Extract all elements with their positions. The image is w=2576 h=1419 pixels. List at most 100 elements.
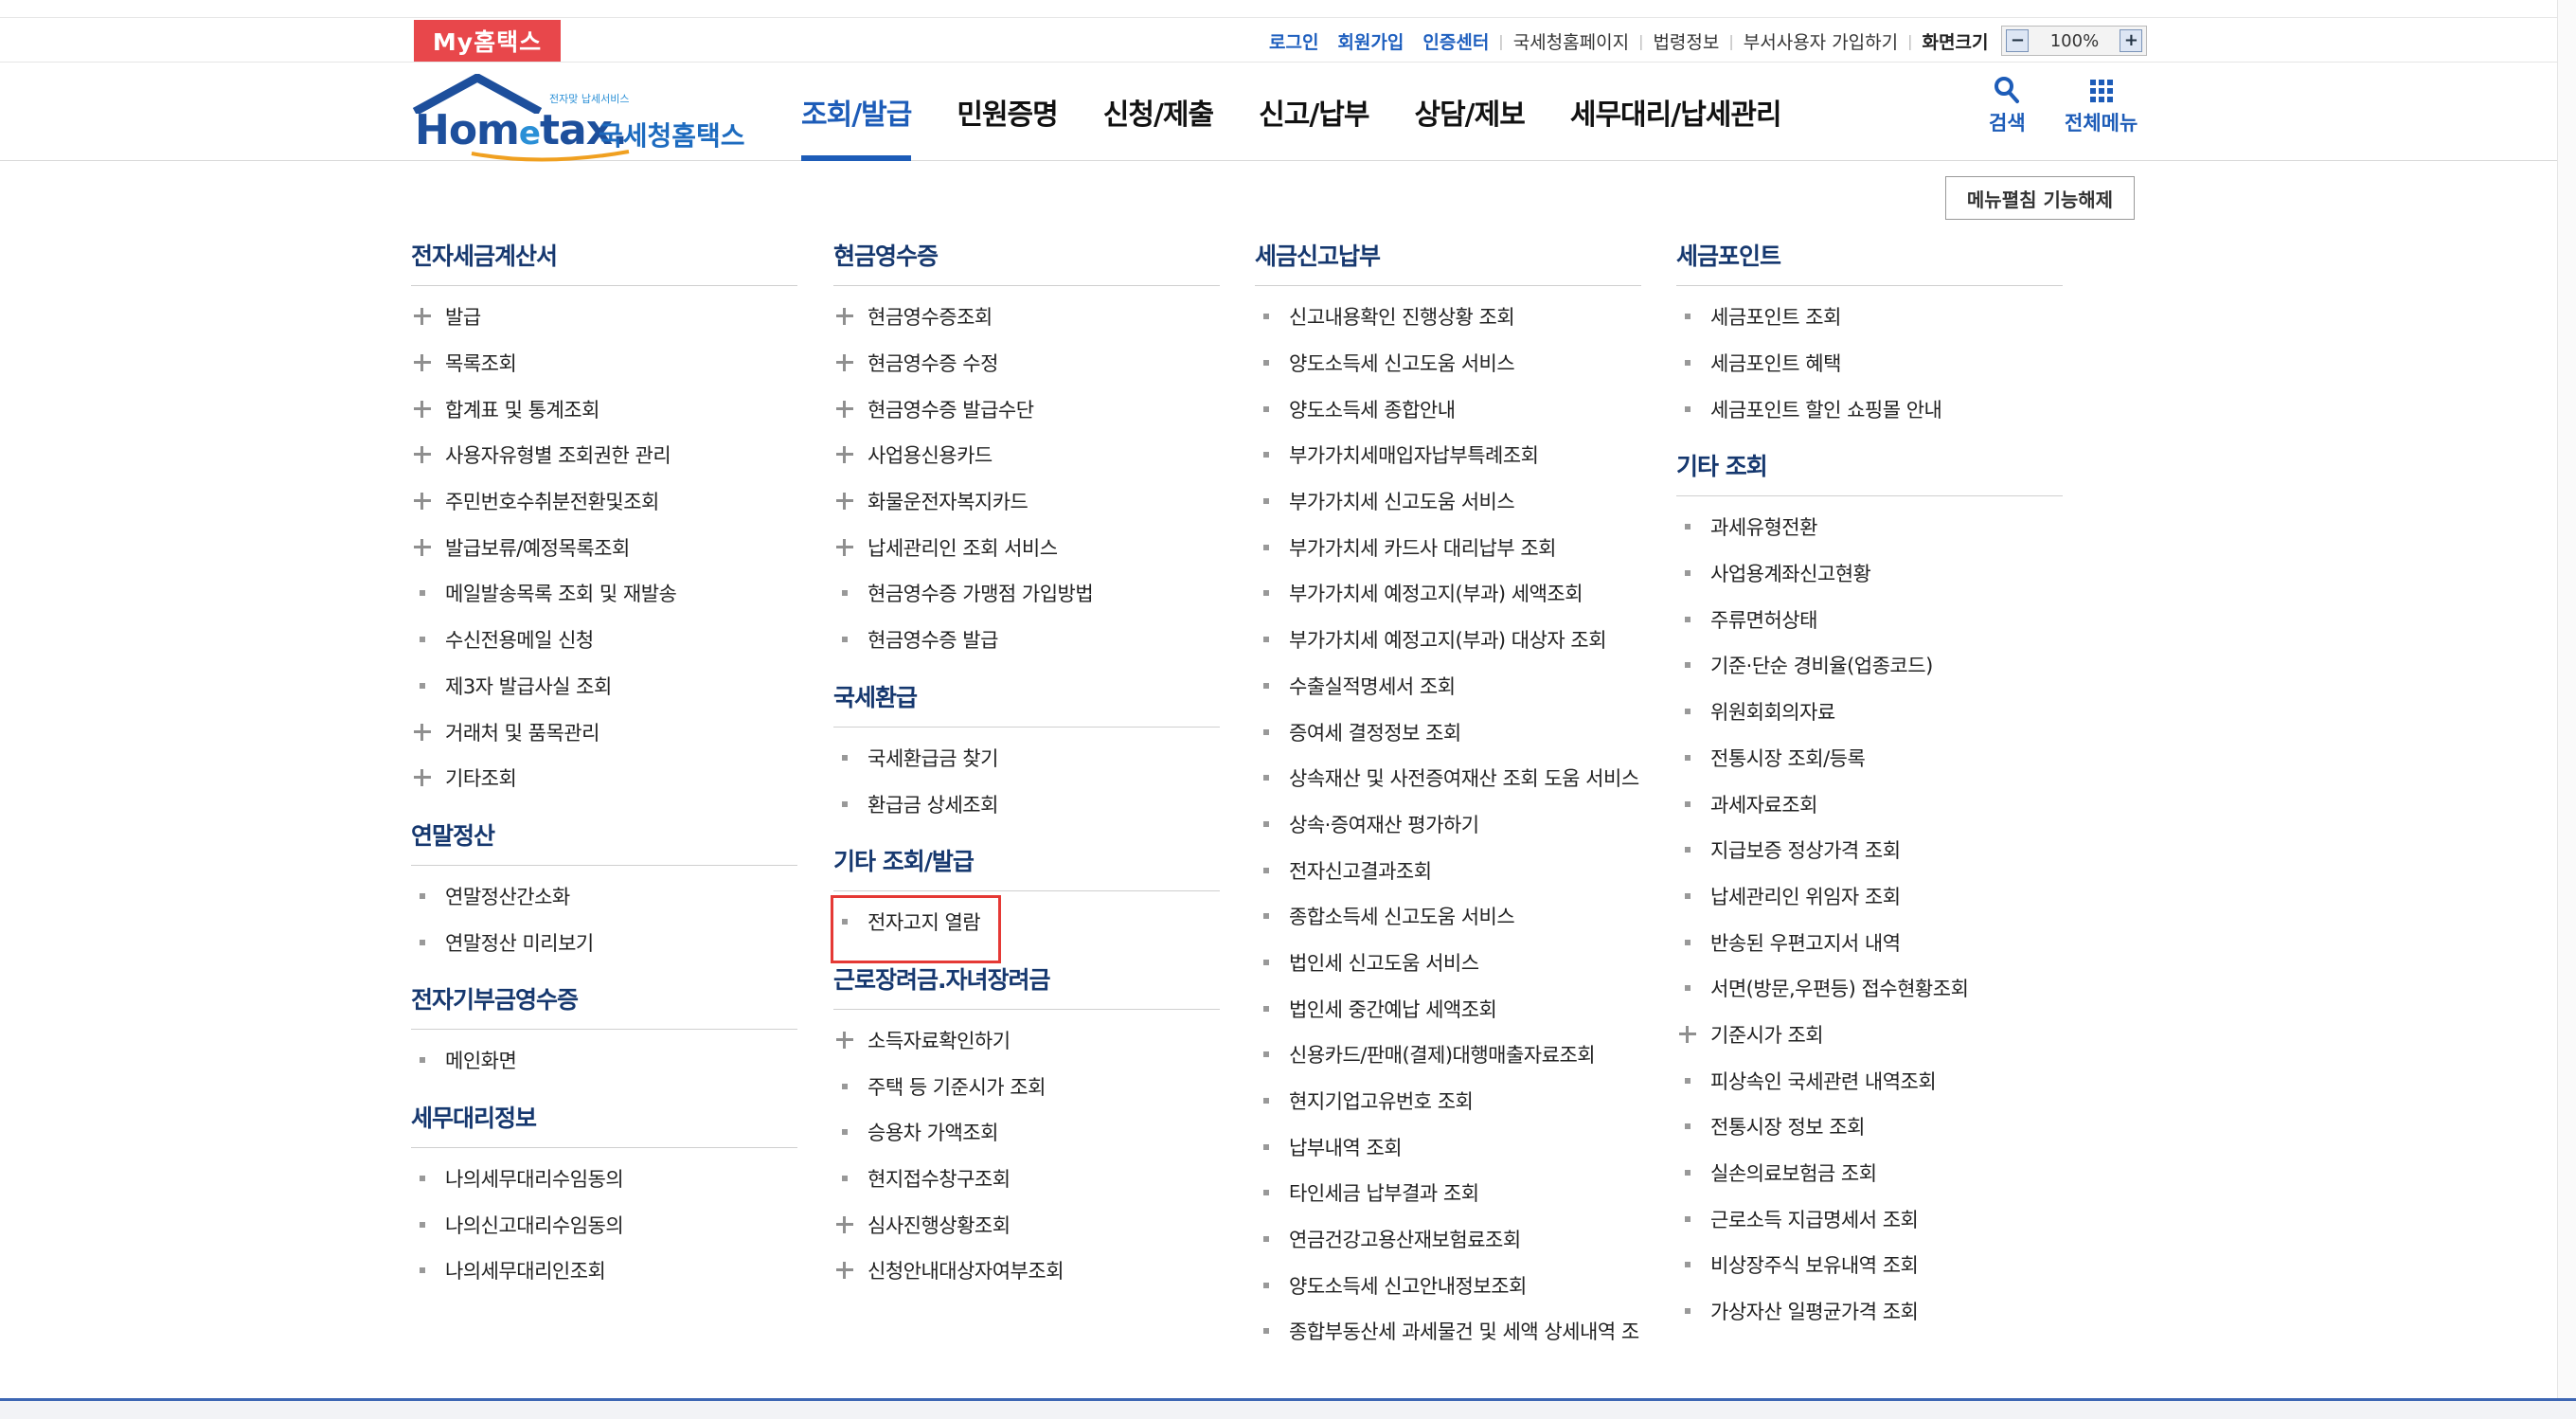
menu-item[interactable]: 법인세 중간예납 세액조회 <box>1255 985 1641 1032</box>
menu-section-title[interactable]: 세금포인트 <box>1676 237 2063 273</box>
menu-section-title[interactable]: 세무대리정보 <box>411 1099 797 1135</box>
menu-item[interactable]: 국세환급금 찾기 <box>833 735 1220 781</box>
menu-item[interactable]: 목록조회 <box>411 340 797 386</box>
menu-item[interactable]: 위원회회의자료 <box>1676 689 2063 735</box>
menu-item[interactable]: 현금영수증 가맹점 가입방법 <box>833 570 1220 617</box>
search-button[interactable]: 검색 <box>1989 76 2026 136</box>
menu-section-title[interactable]: 근로장려금.자녀장려금 <box>833 961 1220 997</box>
menu-item[interactable]: 수신전용메일 신청 <box>411 617 797 663</box>
nav-tax-agent[interactable]: 세무대리/납세관리 <box>1570 63 1782 161</box>
menu-item[interactable]: 나의세무대리수임동의 <box>411 1156 797 1202</box>
menu-item[interactable]: 현금영수증 발급 <box>833 617 1220 663</box>
menu-item[interactable]: 상속재산 및 사전증여재산 조회 도움 서비스 <box>1255 755 1641 801</box>
menu-item[interactable]: 종합소득세 신고도움 서비스 <box>1255 893 1641 940</box>
menu-item[interactable]: 현금영수증 발급수단 <box>833 386 1220 432</box>
menu-item[interactable]: 신청안내대상자여부조회 <box>833 1248 1220 1294</box>
menu-item[interactable]: 나의세무대리인조회 <box>411 1248 797 1294</box>
menu-item[interactable]: 메일발송목록 조회 및 재발송 <box>411 570 797 617</box>
menu-item[interactable]: 부가가치세 예정고지(부과) 세액조회 <box>1255 570 1641 617</box>
menu-item[interactable]: 사용자유형별 조회권한 관리 <box>411 432 797 478</box>
menu-item[interactable]: 세금포인트 조회 <box>1676 294 2063 340</box>
menu-item[interactable]: 증여세 결정정보 조회 <box>1255 709 1641 755</box>
menu-item[interactable]: 현지접수창구조회 <box>833 1156 1220 1202</box>
menu-item[interactable]: 연금건강고용산재보험료조회 <box>1255 1216 1641 1263</box>
zoom-in-button[interactable]: + <box>2120 29 2143 52</box>
menu-item[interactable]: 기준·단순 경비율(업종코드) <box>1676 642 2063 689</box>
menu-item[interactable]: 납부내역 조회 <box>1255 1123 1641 1170</box>
menu-item[interactable]: 현지기업고유번호 조회 <box>1255 1078 1641 1124</box>
menu-item[interactable]: 법인세 신고도움 서비스 <box>1255 940 1641 986</box>
menu-section-title[interactable]: 전자기부금영수증 <box>411 980 797 1016</box>
menu-item[interactable]: 기준시가 조회 <box>1676 1012 2063 1058</box>
menu-item[interactable]: 상속·증여재산 평가하기 <box>1255 801 1641 848</box>
menu-item[interactable]: 수출실적명세서 조회 <box>1255 663 1641 710</box>
menu-item[interactable]: 합계표 및 통계조회 <box>411 386 797 432</box>
menu-item[interactable]: 현금영수증조회 <box>833 294 1220 340</box>
menu-item[interactable]: 신용카드/판매(결제)대행매출자료조회 <box>1255 1032 1641 1078</box>
menu-item[interactable]: 세금포인트 할인 쇼핑몰 안내 <box>1676 386 2063 432</box>
menu-item[interactable]: 과세자료조회 <box>1676 781 2063 827</box>
hometax-logo[interactable]: 전자맞 납세서비스 Hometax. 국세청홈택스 <box>411 74 752 162</box>
menu-item[interactable]: 발급 <box>411 294 797 340</box>
menu-item[interactable]: 제3자 발급사실 조회 <box>411 663 797 710</box>
signup-link[interactable]: 회원가입 <box>1337 28 1404 54</box>
nav-apply-submit[interactable]: 신청/제출 <box>1103 63 1214 161</box>
menu-item[interactable]: 양도소득세 신고안내정보조회 <box>1255 1262 1641 1308</box>
menu-item[interactable]: 전통시장 정보 조회 <box>1676 1104 2063 1150</box>
menu-item[interactable]: 심사진행상황조회 <box>833 1201 1220 1248</box>
menu-section-title[interactable]: 연말정산 <box>411 817 797 853</box>
menu-item[interactable]: 지급보증 정상가격 조회 <box>1676 827 2063 873</box>
menu-item[interactable]: 주류면허상태 <box>1676 596 2063 642</box>
cert-center-link[interactable]: 인증센터 <box>1422 28 1489 54</box>
menu-section-title[interactable]: 기타 조회/발급 <box>833 842 1220 878</box>
menu-section-title[interactable]: 현금영수증 <box>833 237 1220 273</box>
nav-report-pay[interactable]: 신고/납부 <box>1259 63 1369 161</box>
menu-item[interactable]: 부가가치세 신고도움 서비스 <box>1255 478 1641 525</box>
menu-expand-toggle-button[interactable]: 메뉴펼침 기능해제 <box>1945 176 2135 220</box>
menu-item[interactable]: 거래처 및 품목관리 <box>411 709 797 755</box>
menu-item[interactable]: 환급금 상세조회 <box>833 781 1220 827</box>
zoom-out-button[interactable]: − <box>2006 29 2030 52</box>
menu-item[interactable]: 전자고지 열람 <box>831 894 1220 963</box>
menu-item[interactable]: 나의신고대리수임동의 <box>411 1201 797 1248</box>
menu-item[interactable]: 전통시장 조회/등록 <box>1676 735 2063 781</box>
menu-item[interactable]: 연말정산간소화 <box>411 873 797 920</box>
menu-item[interactable]: 부가가치세 예정고지(부과) 대상자 조회 <box>1255 617 1641 663</box>
menu-item[interactable]: 발급보류/예정목록조회 <box>411 524 797 570</box>
menu-item[interactable]: 근로소득 지급명세서 조회 <box>1676 1195 2063 1242</box>
menu-item[interactable]: 신고내용확인 진행상황 조회 <box>1255 294 1641 340</box>
menu-item[interactable]: 부가가치세매입자납부특례조회 <box>1255 432 1641 478</box>
menu-item[interactable]: 서면(방문,우편등) 접수현황조회 <box>1676 965 2063 1012</box>
law-info-link[interactable]: 법령정보 <box>1653 28 1719 54</box>
menu-item[interactable]: 반송된 우편고지서 내역 <box>1676 919 2063 965</box>
menu-section-title[interactable]: 전자세금계산서 <box>411 237 797 273</box>
menu-item[interactable]: 양도소득세 신고도움 서비스 <box>1255 340 1641 386</box>
dept-user-join-link[interactable]: 부서사용자 가입하기 <box>1744 28 1898 54</box>
menu-item[interactable]: 부가가치세 카드사 대리납부 조회 <box>1255 524 1641 570</box>
all-menu-button[interactable]: 전체메뉴 <box>2065 76 2138 136</box>
menu-item[interactable]: 비상장주식 보유내역 조회 <box>1676 1242 2063 1288</box>
menu-item[interactable]: 현금영수증 수정 <box>833 340 1220 386</box>
menu-item[interactable]: 사업용신용카드 <box>833 432 1220 478</box>
nav-civil-certificate[interactable]: 민원증명 <box>957 63 1058 161</box>
menu-section-title[interactable]: 세금신고납부 <box>1255 237 1641 273</box>
menu-item[interactable]: 피상속인 국세관련 내역조회 <box>1676 1057 2063 1104</box>
menu-item[interactable]: 기타조회 <box>411 755 797 801</box>
menu-item[interactable]: 주택 등 기준시가 조회 <box>833 1063 1220 1109</box>
menu-item[interactable]: 납세관리인 위임자 조회 <box>1676 873 2063 920</box>
menu-item[interactable]: 납세관리인 조회 서비스 <box>833 524 1220 570</box>
nav-consult-report[interactable]: 상담/제보 <box>1414 63 1525 161</box>
login-link[interactable]: 로그인 <box>1269 28 1318 54</box>
menu-item[interactable]: 전자신고결과조회 <box>1255 847 1641 893</box>
menu-item[interactable]: 승용차 가액조회 <box>833 1109 1220 1156</box>
menu-item[interactable]: 과세유형전환 <box>1676 504 2063 550</box>
menu-section-title[interactable]: 국세환급 <box>833 678 1220 714</box>
menu-item[interactable]: 사업용계좌신고현황 <box>1676 550 2063 597</box>
menu-item[interactable]: 주민번호수취분전환및조회 <box>411 478 797 525</box>
nts-homepage-link[interactable]: 국세청홈페이지 <box>1513 28 1629 54</box>
menu-section-title[interactable]: 기타 조회 <box>1676 447 2063 483</box>
menu-item[interactable]: 화물운전자복지카드 <box>833 478 1220 525</box>
scrollbar-track[interactable] <box>2557 0 2576 1400</box>
my-hometax-button[interactable]: My홈택스 <box>414 20 561 62</box>
menu-item[interactable]: 양도소득세 종합안내 <box>1255 386 1641 432</box>
